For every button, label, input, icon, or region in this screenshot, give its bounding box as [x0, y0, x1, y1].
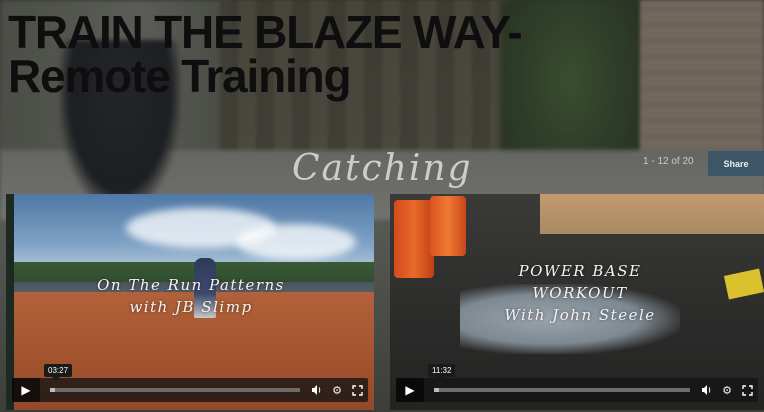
play-icon[interactable]: ▶	[396, 378, 424, 402]
volume-icon[interactable]	[698, 381, 716, 399]
video-controls: ▶ 11:32 ⚙	[396, 364, 758, 402]
page-title-line-2: Remote Training	[8, 50, 352, 102]
video-overlay-line: With John Steele	[504, 306, 656, 324]
gear-icon[interactable]: ⚙	[328, 381, 346, 399]
video-overlay-title: POWER BASE WORKOUT With John Steele	[490, 260, 670, 326]
duration-badge: 03:27	[44, 364, 73, 381]
video-card[interactable]: On The Run Patterns with JB Slimp ▶ 03:2…	[6, 194, 374, 410]
bucket-image	[430, 196, 466, 256]
share-button[interactable]: Share	[708, 151, 764, 176]
video-overlay-line: On The Run Patterns	[97, 276, 285, 294]
volume-icon[interactable]	[308, 381, 326, 399]
progress-bar[interactable]: 11:32	[428, 364, 690, 392]
video-overlay-line: POWER BASE	[518, 262, 642, 280]
play-icon[interactable]: ▶	[12, 378, 40, 402]
fullscreen-icon[interactable]	[738, 381, 756, 399]
video-overlay-title: On The Run Patterns with JB Slimp	[76, 274, 306, 318]
background-caption: Catching	[292, 148, 473, 189]
page-title: TRAIN THE BLAZE WAY- Remote Training	[8, 6, 648, 102]
progress-played	[434, 388, 440, 392]
progress-played	[50, 388, 55, 392]
page-title-line-1: TRAIN THE BLAZE WAY-	[8, 6, 523, 58]
bucket-image	[394, 200, 434, 278]
video-controls: ▶ 03:27 ⚙	[12, 364, 368, 402]
gear-icon[interactable]: ⚙	[718, 381, 736, 399]
video-overlay-line: with JB Slimp	[129, 298, 253, 316]
video-card[interactable]: POWER BASE WORKOUT With John Steele ▶ 11…	[390, 194, 764, 410]
duration-badge: 11:32	[428, 364, 456, 381]
progress-bar[interactable]: 03:27	[44, 364, 300, 392]
video-overlay-line: WORKOUT	[532, 284, 628, 302]
pager-count: 1 - 12 of 20	[643, 156, 694, 167]
fullscreen-icon[interactable]	[348, 381, 366, 399]
